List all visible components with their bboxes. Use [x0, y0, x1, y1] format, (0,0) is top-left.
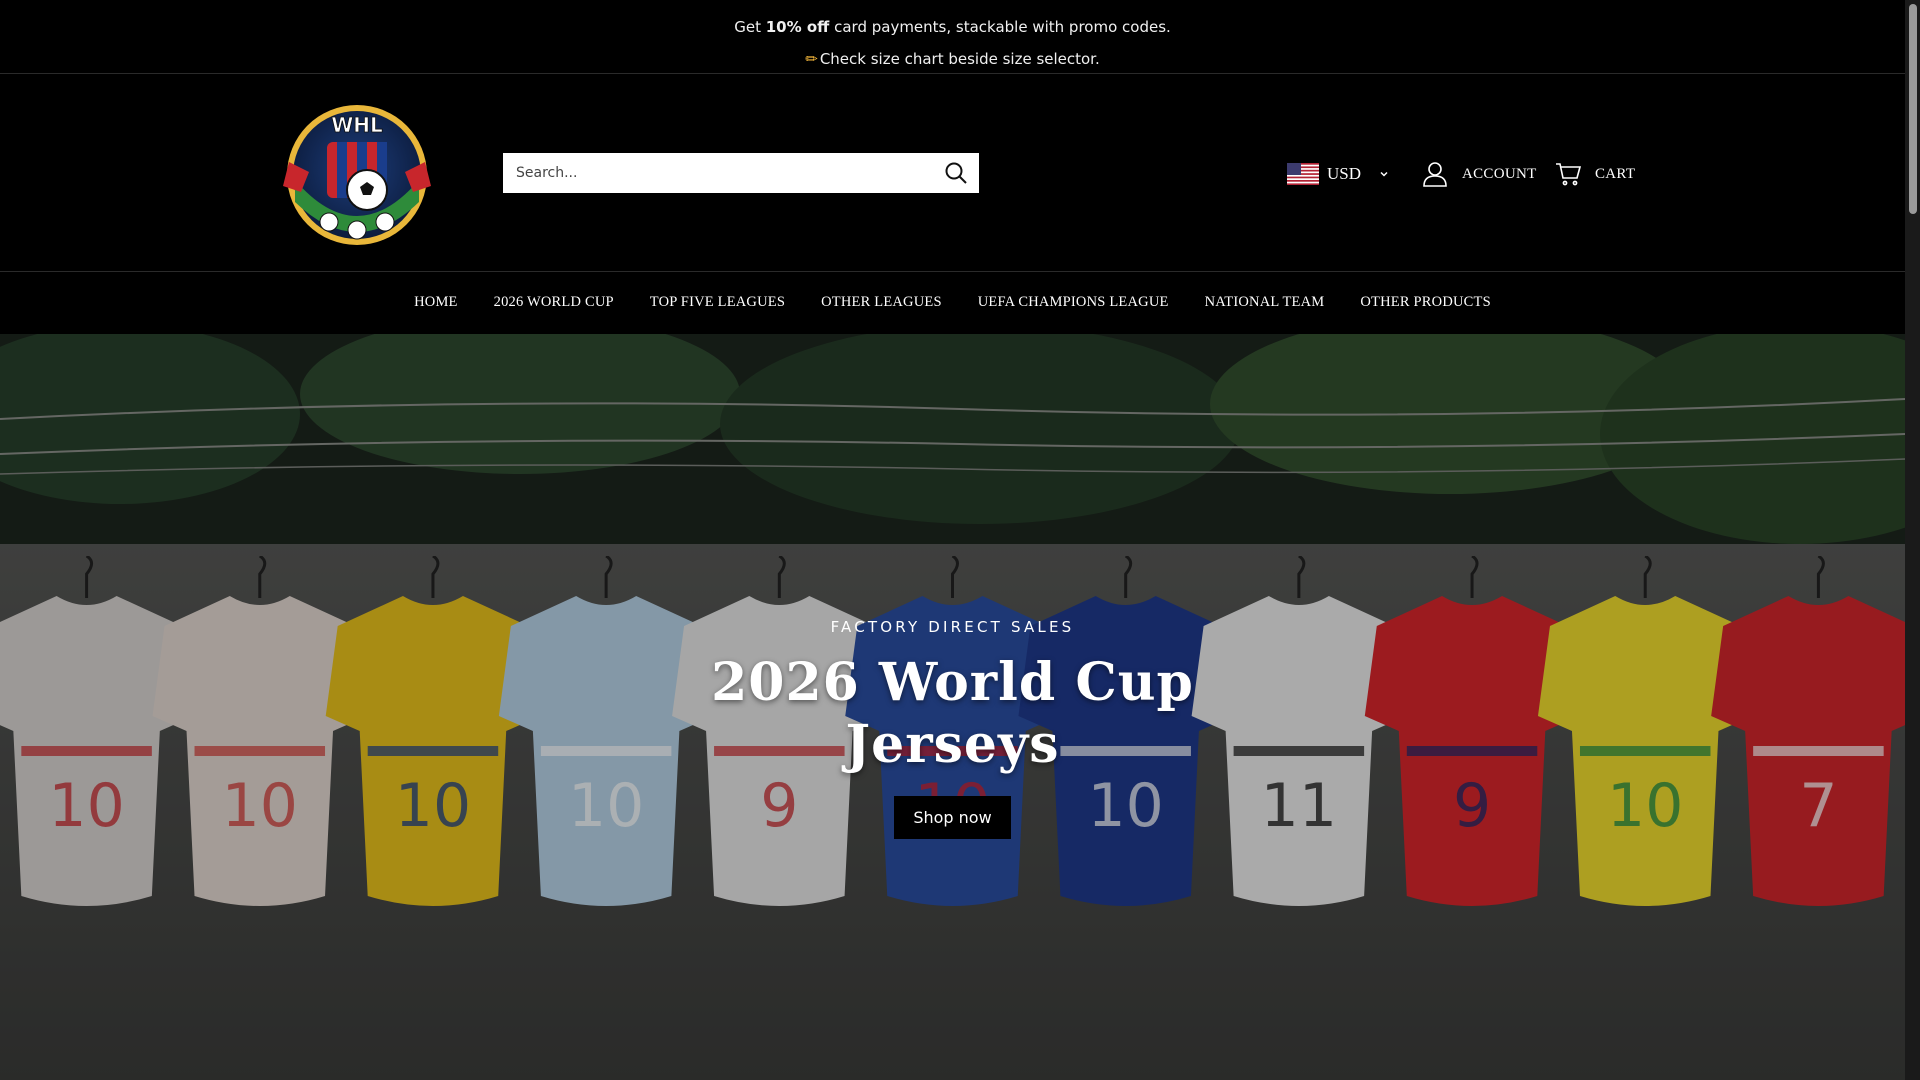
search-input[interactable]: [503, 153, 933, 193]
nav-item-other-products[interactable]: OTHER PRODUCTS: [1342, 294, 1509, 311]
currency-code: USD: [1327, 164, 1362, 183]
svg-text:WHL: WHL: [331, 113, 383, 137]
hero-banner: 1010101091010119107 FACTORY DIRECT SALES…: [0, 334, 1905, 1080]
scrollbar-thumb[interactable]: [1909, 4, 1917, 214]
us-flag-icon: [1287, 163, 1319, 185]
nav-item-top-five-leagues[interactable]: TOP FIVE LEAGUES: [632, 294, 803, 311]
currency-selector[interactable]: USD: [1287, 158, 1389, 190]
search-icon: [945, 162, 967, 184]
chevron-down-icon: [1380, 171, 1388, 177]
account-label: ACCOUNT: [1462, 165, 1537, 182]
announcement-bar: Get 10% off card payments, stackable wit…: [0, 0, 1905, 74]
search-bar: [503, 153, 979, 193]
hero-content: FACTORY DIRECT SALES 2026 World Cup Jerse…: [0, 618, 1905, 839]
site-header: WHL USD ACCOUNT CAR: [0, 74, 1905, 272]
user-icon: [1423, 162, 1447, 187]
nav-item-2026-world-cup[interactable]: 2026 WORLD CUP: [476, 294, 632, 311]
search-button[interactable]: [933, 153, 979, 193]
store-logo[interactable]: WHL: [279, 102, 435, 248]
nav-item-home[interactable]: HOME: [396, 294, 476, 311]
cart-icon: [1556, 163, 1581, 186]
account-link[interactable]: ACCOUNT: [1422, 158, 1537, 190]
main-nav: HOME 2026 WORLD CUP TOP FIVE LEAGUES OTH…: [0, 272, 1905, 332]
nav-item-other-leagues[interactable]: OTHER LEAGUES: [803, 294, 960, 311]
hero-headline: 2026 World Cup Jerseys: [711, 652, 1194, 775]
announcement-discount: Get 10% off card payments, stackable wit…: [734, 18, 1171, 36]
hero-eyebrow: FACTORY DIRECT SALES: [830, 618, 1075, 636]
announcement-size-chart: ✏ Check size chart beside size selector.: [805, 50, 1100, 68]
page-scrollbar[interactable]: [1905, 0, 1920, 1080]
cart-label: CART: [1595, 165, 1636, 182]
shop-now-button[interactable]: Shop now: [894, 796, 1011, 839]
pencil-icon: ✏: [805, 50, 818, 68]
page: Get 10% off card payments, stackable wit…: [0, 0, 1905, 1080]
nav-item-national-team[interactable]: NATIONAL TEAM: [1187, 294, 1343, 311]
nav-item-uefa-champions-league[interactable]: UEFA CHAMPIONS LEAGUE: [960, 294, 1187, 311]
cart-link[interactable]: CART: [1555, 158, 1635, 190]
